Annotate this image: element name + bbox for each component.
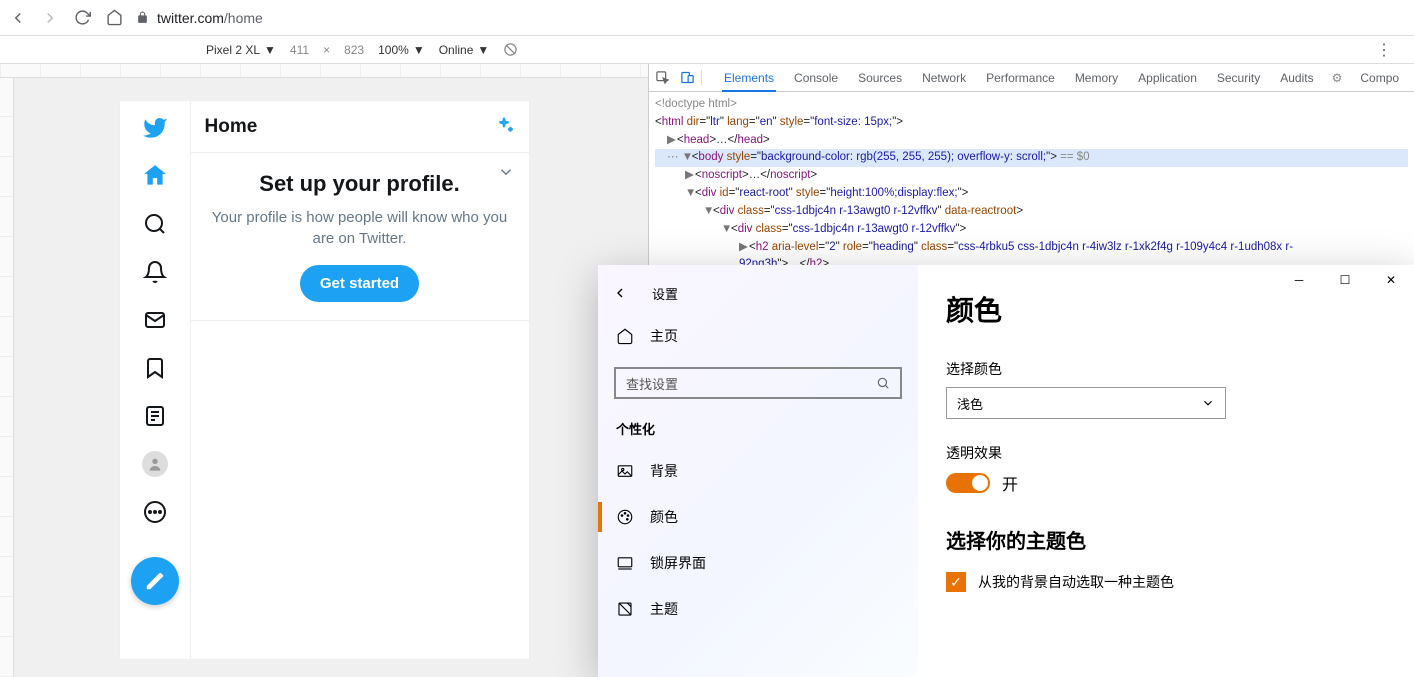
mail-icon[interactable] xyxy=(142,307,168,333)
tab-memory[interactable]: Memory xyxy=(1073,71,1120,85)
inspect-icon[interactable] xyxy=(655,70,670,85)
page-title: Home xyxy=(205,116,258,138)
chevron-down-icon[interactable] xyxy=(497,163,515,181)
address-bar[interactable]: twitter.com/home xyxy=(136,10,1406,26)
toggle-state: 开 xyxy=(1002,471,1018,495)
settings-sidebar: 设置 主页 查找设置 个性化 背景 颜色 锁屏界面 主题 xyxy=(598,265,918,677)
tab-console[interactable]: Console xyxy=(792,71,840,85)
reload-button[interactable] xyxy=(72,8,92,28)
chevron-down-icon xyxy=(1201,396,1215,410)
tab-security[interactable]: Security xyxy=(1215,71,1262,85)
content-title: 颜色 xyxy=(946,289,1386,329)
bookmark-icon[interactable] xyxy=(142,355,168,381)
tab-overflow[interactable]: Compo xyxy=(1358,71,1401,85)
zoom-select[interactable]: 100% ▼ xyxy=(378,43,425,57)
home-button[interactable] xyxy=(104,8,124,28)
lockscreen-icon xyxy=(616,554,634,572)
card-title: Set up your profile. xyxy=(207,171,513,197)
devtools-tabs: Elements Console Sources Network Perform… xyxy=(649,64,1414,92)
accent-auto-checkbox[interactable]: ✓ xyxy=(946,572,966,592)
twitter-app: Home Set up your profile. Your profile i… xyxy=(119,100,530,660)
avatar[interactable] xyxy=(142,451,168,477)
more-icon[interactable] xyxy=(142,499,168,525)
setup-profile-card: Set up your profile. Your profile is how… xyxy=(191,153,529,321)
minimize-button[interactable]: ─ xyxy=(1276,265,1322,295)
twitter-nav-rail xyxy=(120,101,190,659)
sidebar-item-background[interactable]: 背景 xyxy=(598,448,918,494)
sidebar-home[interactable]: 主页 xyxy=(598,313,918,359)
close-button[interactable]: ✕ xyxy=(1368,265,1414,295)
compose-button[interactable] xyxy=(131,557,179,605)
tab-audits[interactable]: Audits xyxy=(1278,71,1315,85)
settings-window: 设置 主页 查找设置 个性化 背景 颜色 锁屏界面 主题 ─ xyxy=(598,265,1414,677)
card-text: Your profile is how people will know who… xyxy=(207,207,513,249)
theme-icon xyxy=(616,600,634,618)
accent-heading: 选择你的主题色 xyxy=(946,525,1386,554)
twitter-header: Home xyxy=(191,101,529,153)
twitter-logo-icon[interactable] xyxy=(142,115,168,141)
sidebar-item-lockscreen[interactable]: 锁屏界面 xyxy=(598,540,918,586)
viewport-width[interactable]: 411 xyxy=(290,43,309,57)
tab-sources[interactable]: Sources xyxy=(856,71,904,85)
choose-color-label: 选择颜色 xyxy=(946,359,1386,379)
tab-elements[interactable]: Elements xyxy=(722,71,776,92)
device-toggle-icon[interactable] xyxy=(680,70,695,85)
home-outline-icon xyxy=(616,327,634,345)
sidebar-item-colors[interactable]: 颜色 xyxy=(598,494,918,540)
bell-icon[interactable] xyxy=(142,259,168,285)
url-path: /home xyxy=(224,10,263,26)
kebab-icon[interactable]: ⋮ xyxy=(1376,40,1392,60)
forward-button[interactable] xyxy=(40,8,60,28)
search-icon[interactable] xyxy=(142,211,168,237)
rotate-icon[interactable] xyxy=(503,42,518,57)
ruler-top xyxy=(0,64,648,78)
browser-toolbar: twitter.com/home xyxy=(0,0,1414,36)
lists-icon[interactable] xyxy=(142,403,168,429)
sparkle-icon[interactable] xyxy=(493,116,515,138)
transparency-toggle[interactable] xyxy=(946,473,990,493)
url-host: twitter.com xyxy=(157,10,224,26)
get-started-button[interactable]: Get started xyxy=(300,265,419,302)
accent-auto-label: 从我的背景自动选取一种主题色 xyxy=(978,572,1174,592)
sidebar-item-themes[interactable]: 主题 xyxy=(598,586,918,632)
picture-icon xyxy=(616,462,634,480)
devtools-device-bar: Pixel 2 XL ▼ 411 × 823 100% ▼ Online ▼ ⋮ xyxy=(0,36,1414,64)
viewport-x: × xyxy=(323,43,330,57)
maximize-button[interactable]: ☐ xyxy=(1322,265,1368,295)
search-icon xyxy=(876,376,890,390)
mobile-viewport: Home Set up your profile. Your profile i… xyxy=(0,64,648,677)
home-icon[interactable] xyxy=(142,163,168,189)
viewport-height[interactable]: 823 xyxy=(344,43,364,57)
lock-icon xyxy=(136,11,149,24)
throttling-select[interactable]: Online ▼ xyxy=(439,43,490,57)
section-label: 个性化 xyxy=(598,413,918,448)
tab-network[interactable]: Network xyxy=(920,71,968,85)
settings-content: ─ ☐ ✕ 颜色 选择颜色 浅色 透明效果 开 选择你的主题色 ✓ 从我的背景自… xyxy=(918,265,1414,677)
back-button[interactable] xyxy=(8,8,28,28)
settings-title: 设置 xyxy=(652,284,678,303)
back-icon[interactable] xyxy=(612,285,628,301)
palette-icon xyxy=(616,508,634,526)
tab-performance[interactable]: Performance xyxy=(984,71,1057,85)
device-select[interactable]: Pixel 2 XL ▼ xyxy=(206,43,276,57)
tab-application[interactable]: Application xyxy=(1136,71,1199,85)
search-placeholder: 查找设置 xyxy=(626,374,678,393)
transparency-label: 透明效果 xyxy=(946,443,1386,463)
settings-search[interactable]: 查找设置 xyxy=(614,367,902,399)
color-mode-select[interactable]: 浅色 xyxy=(946,387,1226,419)
ruler-left xyxy=(0,78,14,677)
